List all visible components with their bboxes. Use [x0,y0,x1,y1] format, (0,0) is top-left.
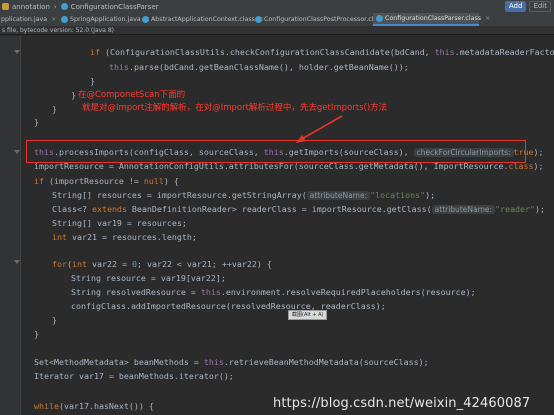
folder-icon [2,3,9,10]
tab-abstractapplicationcontext[interactable]: AbstractApplicationContext.class × [139,13,264,26]
tab-configurationclasspostprocessor[interactable]: ConfigurationClassPostProcessor.class × [252,13,393,26]
class-icon [61,16,68,23]
editor-tabs: pplication.java × SpringApplication.java… [0,13,554,26]
breadcrumb-item-class[interactable]: ConfigurationClassParser [60,2,159,11]
arrow-icon [296,115,343,143]
class-icon [142,16,149,23]
breadcrumb-bar: annotation › ConfigurationClassParser Ad… [0,0,554,13]
breadcrumb-item-annotation[interactable]: annotation [2,3,50,11]
tab-label: AbstractApplicationContext.class [151,16,255,23]
code-editor[interactable]: if (ConfigurationClassUtils.checkConfigu… [0,36,554,415]
tab-springapplication-java[interactable]: SpringApplication.java × [58,13,150,26]
decompiled-info-bar: s file, bytecode version: 52.0 (Java 8) [0,26,554,35]
watermark-url: https://blog.csdn.net/weixin_42460087 [273,396,531,411]
tab-application-java[interactable]: pplication.java × [0,13,56,26]
edit-button[interactable]: Edit [529,1,551,12]
toolbar-right: Add Edit [504,1,554,12]
close-icon[interactable]: × [485,15,490,22]
tab-configurationclassparser[interactable]: ConfigurationClassParser.class × [373,13,490,26]
class-icon [255,16,262,23]
tab-label: pplication.java [1,16,48,23]
breadcrumb-label: annotation [12,2,50,11]
screenshot-tooltip: 截图(Alt + A) [288,310,328,320]
tab-label: SpringApplication.java [70,16,141,23]
breadcrumb-separator: › [53,2,57,11]
tab-label: ConfigurationClassPostProcessor.class [264,16,384,23]
add-button[interactable]: Add [504,1,527,12]
breadcrumb-label: ConfigurationClassParser [70,2,159,11]
tab-label: ConfigurationClassParser.class [385,15,482,22]
class-icon [376,15,383,22]
close-icon[interactable]: × [51,16,56,23]
class-icon [60,3,68,10]
